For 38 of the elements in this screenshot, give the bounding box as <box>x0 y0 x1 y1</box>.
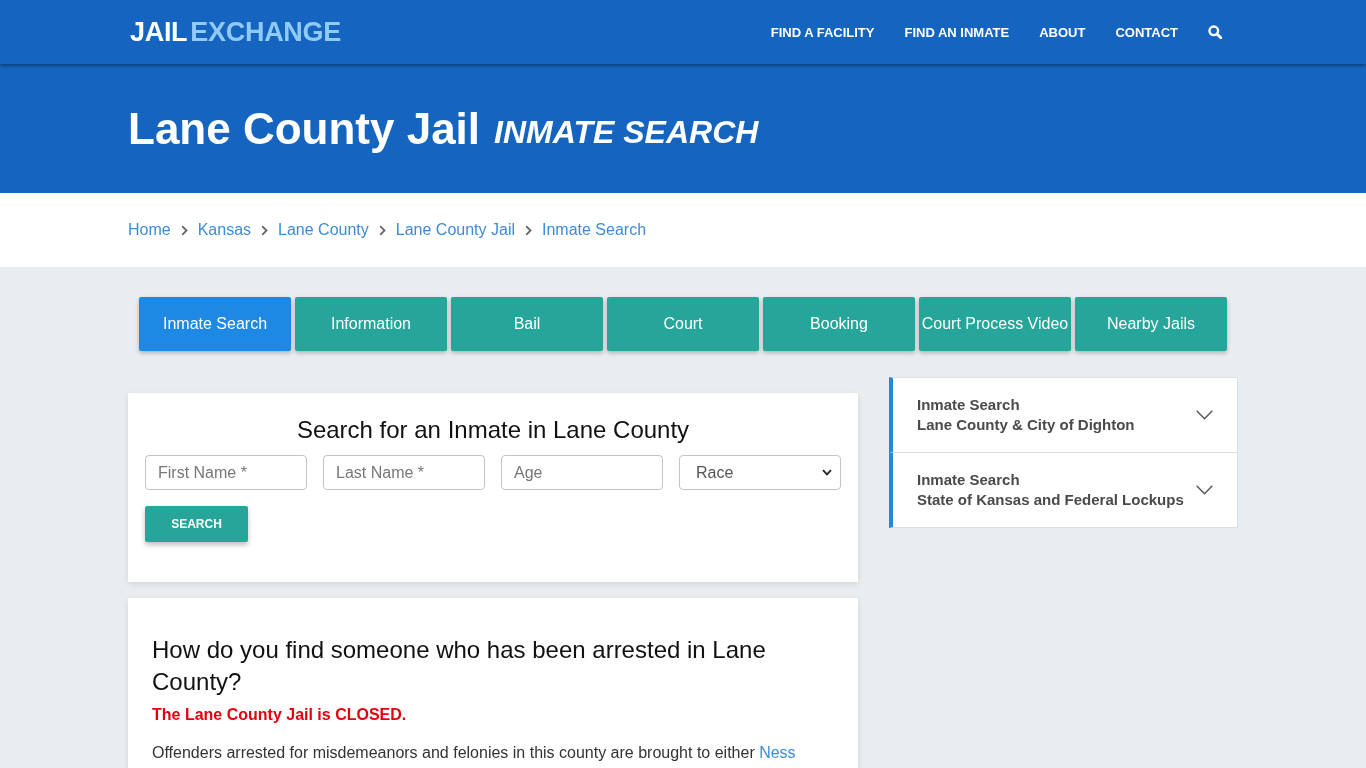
chevron-down-icon <box>822 469 832 476</box>
input-field[interactable]: Age <box>501 455 663 490</box>
tab[interactable]: Inmate Search <box>139 297 291 351</box>
breadcrumb-link[interactable]: Lane County Jail <box>395 221 515 239</box>
page-title: Lane County Jail <box>128 102 481 155</box>
tab[interactable]: Information <box>295 297 447 351</box>
tab[interactable]: Court Process Video <box>919 297 1071 351</box>
accordion-item[interactable]: Inmate Search Lane County & City of Dighton <box>889 377 1238 453</box>
page-subtitle: INMATE SEARCH <box>494 112 759 152</box>
accordion-item[interactable]: Inmate Search State of Kansas and Federal Lockups <box>889 452 1238 528</box>
breadcrumb-link[interactable]: Home <box>128 221 171 239</box>
search-button[interactable]: SEARCH <box>145 506 248 542</box>
tab[interactable]: Booking <box>763 297 915 351</box>
select-field[interactable]: Race <box>679 455 841 490</box>
closed-notice: The Lane County Jail is CLOSED. <box>152 705 408 725</box>
nav-link[interactable]: FIND A FACILITY <box>770 24 875 40</box>
breadcrumb-link[interactable]: Inmate Search <box>542 221 647 239</box>
nav-link[interactable]: CONTACT <box>1115 24 1178 40</box>
text-link[interactable]: Ness <box>759 744 796 761</box>
chevron-right-icon <box>525 224 532 236</box>
tab[interactable]: Court <box>607 297 759 351</box>
breadcrumb-link[interactable]: Kansas <box>197 221 252 239</box>
site-logo[interactable]: JAILEXCHANGE <box>130 16 341 48</box>
chevron-right-icon <box>378 224 386 236</box>
chevron-right-icon <box>180 224 188 236</box>
nav-link[interactable]: FIND AN INMATE <box>904 24 1010 40</box>
article-paragraph: Offenders arrested for misdemeanors and felonies in this county are brought to either Ness <box>152 743 797 763</box>
tab[interactable]: Nearby Jails <box>1075 297 1227 351</box>
breadcrumb-link[interactable]: Lane County <box>278 221 369 239</box>
tab[interactable]: Bail <box>451 297 603 351</box>
input-field[interactable]: First Name * <box>145 455 307 490</box>
search-icon <box>1208 25 1222 39</box>
nav-link[interactable]: ABOUT <box>1039 24 1086 40</box>
article-heading: How do you find someone who has been arrested in Lane County? <box>152 635 767 697</box>
chevron-right-icon <box>261 224 269 236</box>
search-button[interactable] <box>1208 25 1222 39</box>
search-heading: Search for an Inmate in Lane County <box>295 415 691 445</box>
input-field[interactable]: Last Name * <box>323 455 485 490</box>
